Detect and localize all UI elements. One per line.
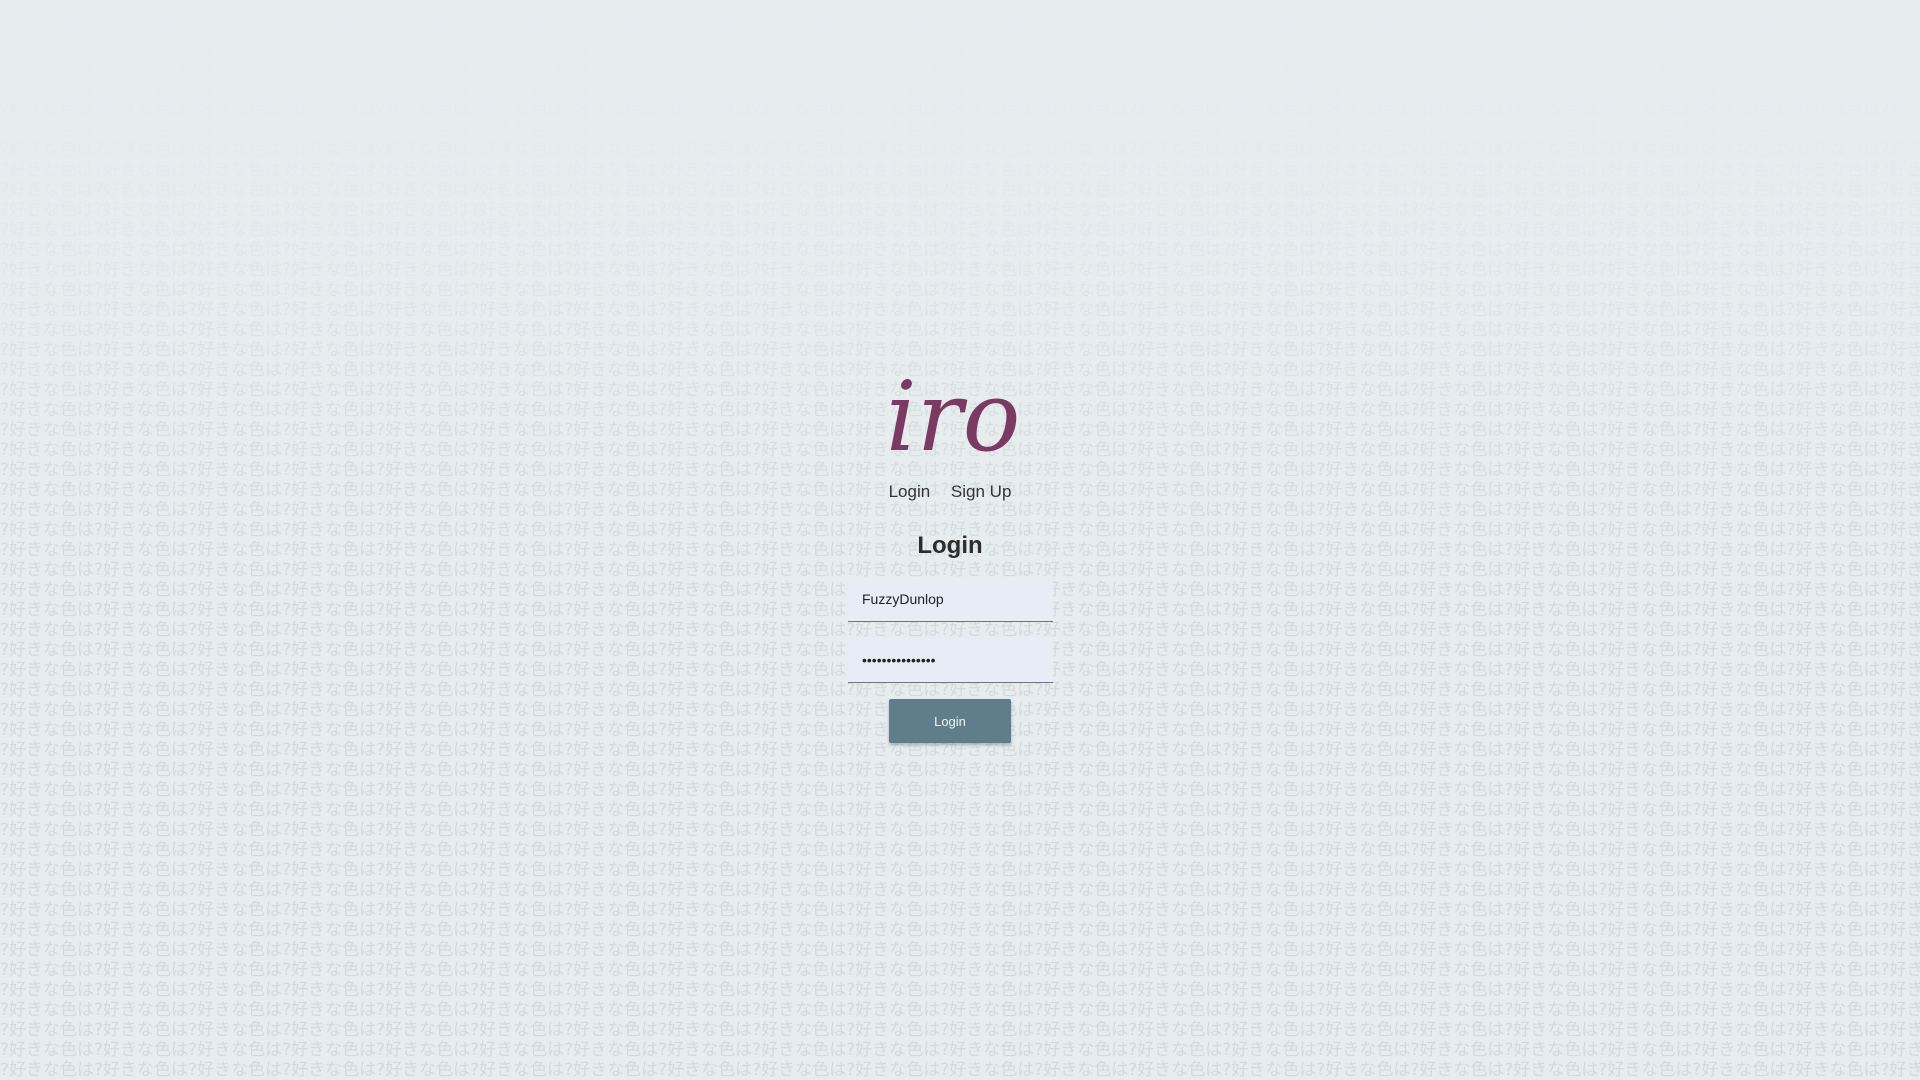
logo-text: iro — [886, 362, 1020, 462]
nav-signup-link[interactable]: Sign Up — [951, 482, 1011, 501]
nav-login-link[interactable]: Login — [889, 482, 931, 501]
auth-nav: Login Sign Up — [860, 482, 1040, 502]
form-title: Login — [917, 532, 983, 559]
login-button[interactable]: Login — [889, 699, 1011, 743]
password-input[interactable] — [848, 638, 1053, 683]
username-input[interactable] — [848, 577, 1053, 622]
login-page: iro Login Sign Up Login Login — [0, 0, 1920, 1080]
iro-logo: iro — [886, 362, 1020, 462]
